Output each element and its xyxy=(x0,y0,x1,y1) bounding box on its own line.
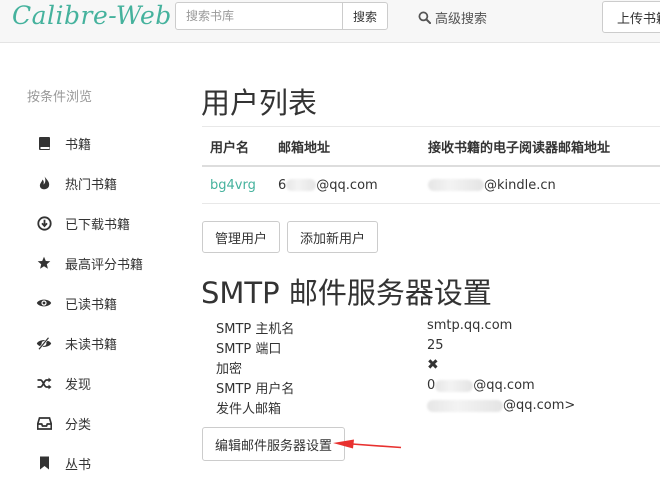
edit-smtp-settings-button[interactable]: 编辑邮件服务器设置 xyxy=(202,427,346,461)
encryption-off-icon: ✖ xyxy=(427,357,439,373)
email-suffix: @qq.com xyxy=(316,177,378,193)
sidebar-item-top-rated-books[interactable]: 最高评分书籍 xyxy=(36,253,143,273)
top-navbar: Calibre-Web 搜索 高级搜索 上传书籍 xyxy=(0,0,660,43)
table-row: bg4vrg 6 @qq.com @kindle.cn xyxy=(202,166,660,204)
sender-email-label: 发件人邮箱 xyxy=(216,402,282,417)
add-user-button[interactable]: 添加新用户 xyxy=(287,221,379,253)
smtp-port-label: SMTP 端口 xyxy=(216,342,282,357)
sidebar-item-discover[interactable]: 发现 xyxy=(36,373,91,393)
eye-icon xyxy=(36,295,52,311)
search-icon xyxy=(418,11,431,24)
sidebar-item-label: 丛书 xyxy=(65,457,92,473)
search-input[interactable] xyxy=(175,2,343,30)
sidebar-item-label: 未读书籍 xyxy=(65,337,118,353)
column-header-kindle-email: 接收书籍的电子阅读器邮箱地址 xyxy=(420,126,660,167)
user-cell-email: 6 @qq.com xyxy=(270,166,420,204)
kindle-email-suffix: @kindle.cn xyxy=(484,177,556,193)
redaction-blur xyxy=(428,179,484,191)
inbox-icon xyxy=(36,415,52,431)
sidebar-heading: 按条件浏览 xyxy=(27,90,93,105)
smtp-settings-title: SMTP 邮件服务器设置 xyxy=(201,276,492,310)
page: Calibre-Web 搜索 高级搜索 上传书籍 按条件浏览 书籍 热门书籍 已… xyxy=(0,0,660,482)
sender-email-value: @qq.com> xyxy=(427,398,575,413)
sidebar-item-label: 分类 xyxy=(65,417,92,433)
sidebar-item-hot-books[interactable]: 热门书籍 xyxy=(36,173,117,193)
manage-users-button[interactable]: 管理用户 xyxy=(202,221,281,253)
book-icon xyxy=(36,135,52,151)
user-link[interactable]: bg4vrg xyxy=(210,178,256,193)
sidebar-item-downloaded-books[interactable]: 已下载书籍 xyxy=(36,213,130,233)
sidebar-item-read-books[interactable]: 已读书籍 xyxy=(36,293,117,313)
redaction-blur xyxy=(427,399,503,412)
search-button[interactable]: 搜索 xyxy=(342,2,388,30)
bookmark-icon xyxy=(36,455,52,471)
redaction-blur xyxy=(435,379,474,392)
email-prefix: 6 xyxy=(278,177,287,193)
smtp-username-suffix: @qq.com xyxy=(473,378,535,393)
smtp-username-label: SMTP 用户名 xyxy=(216,382,295,397)
advanced-search-link[interactable]: 高级搜索 xyxy=(418,8,487,27)
smtp-port-value: 25 xyxy=(427,338,444,353)
download-icon xyxy=(36,215,52,231)
brand-logo[interactable]: Calibre-Web xyxy=(12,1,172,30)
sidebar-item-label: 最高评分书籍 xyxy=(65,257,144,273)
eye-slash-icon xyxy=(36,335,52,351)
user-list-title: 用户列表 xyxy=(201,86,318,120)
column-header-email: 邮箱地址 xyxy=(270,126,420,167)
sidebar-item-label: 发现 xyxy=(65,377,92,393)
sidebar-item-categories[interactable]: 分类 xyxy=(36,413,91,433)
star-icon xyxy=(36,255,52,271)
smtp-username-prefix: 0 xyxy=(427,378,436,393)
user-table: 用户名 邮箱地址 接收书籍的电子阅读器邮箱地址 bg4vrg 6 @qq.com … xyxy=(202,126,660,204)
sidebar-item-unread-books[interactable]: 未读书籍 xyxy=(36,333,117,353)
redaction-blur xyxy=(286,179,317,191)
sidebar-item-label: 书籍 xyxy=(65,137,92,153)
smtp-username-value: 0 @qq.com xyxy=(427,378,535,393)
upload-button[interactable]: 上传书籍 xyxy=(602,1,660,33)
sidebar-item-label: 热门书籍 xyxy=(65,177,118,193)
sidebar-item-books[interactable]: 书籍 xyxy=(36,133,91,153)
shuffle-icon xyxy=(36,375,52,391)
table-header-row: 用户名 邮箱地址 接收书籍的电子阅读器邮箱地址 xyxy=(202,126,660,167)
smtp-encryption-label: 加密 xyxy=(216,362,243,377)
sidebar-item-series[interactable]: 丛书 xyxy=(36,453,91,473)
column-header-username: 用户名 xyxy=(202,126,270,167)
advanced-search-label: 高级搜索 xyxy=(435,12,488,27)
smtp-host-label: SMTP 主机名 xyxy=(216,322,295,337)
user-cell-kindle-email: @kindle.cn xyxy=(420,166,660,204)
fire-icon xyxy=(36,175,52,191)
sidebar-item-label: 已读书籍 xyxy=(65,297,118,313)
sender-email-suffix: @qq.com> xyxy=(503,398,576,413)
sidebar-item-label: 已下载书籍 xyxy=(65,217,131,233)
user-cell-username[interactable]: bg4vrg xyxy=(202,166,270,204)
smtp-host-value: smtp.qq.com xyxy=(427,318,513,333)
